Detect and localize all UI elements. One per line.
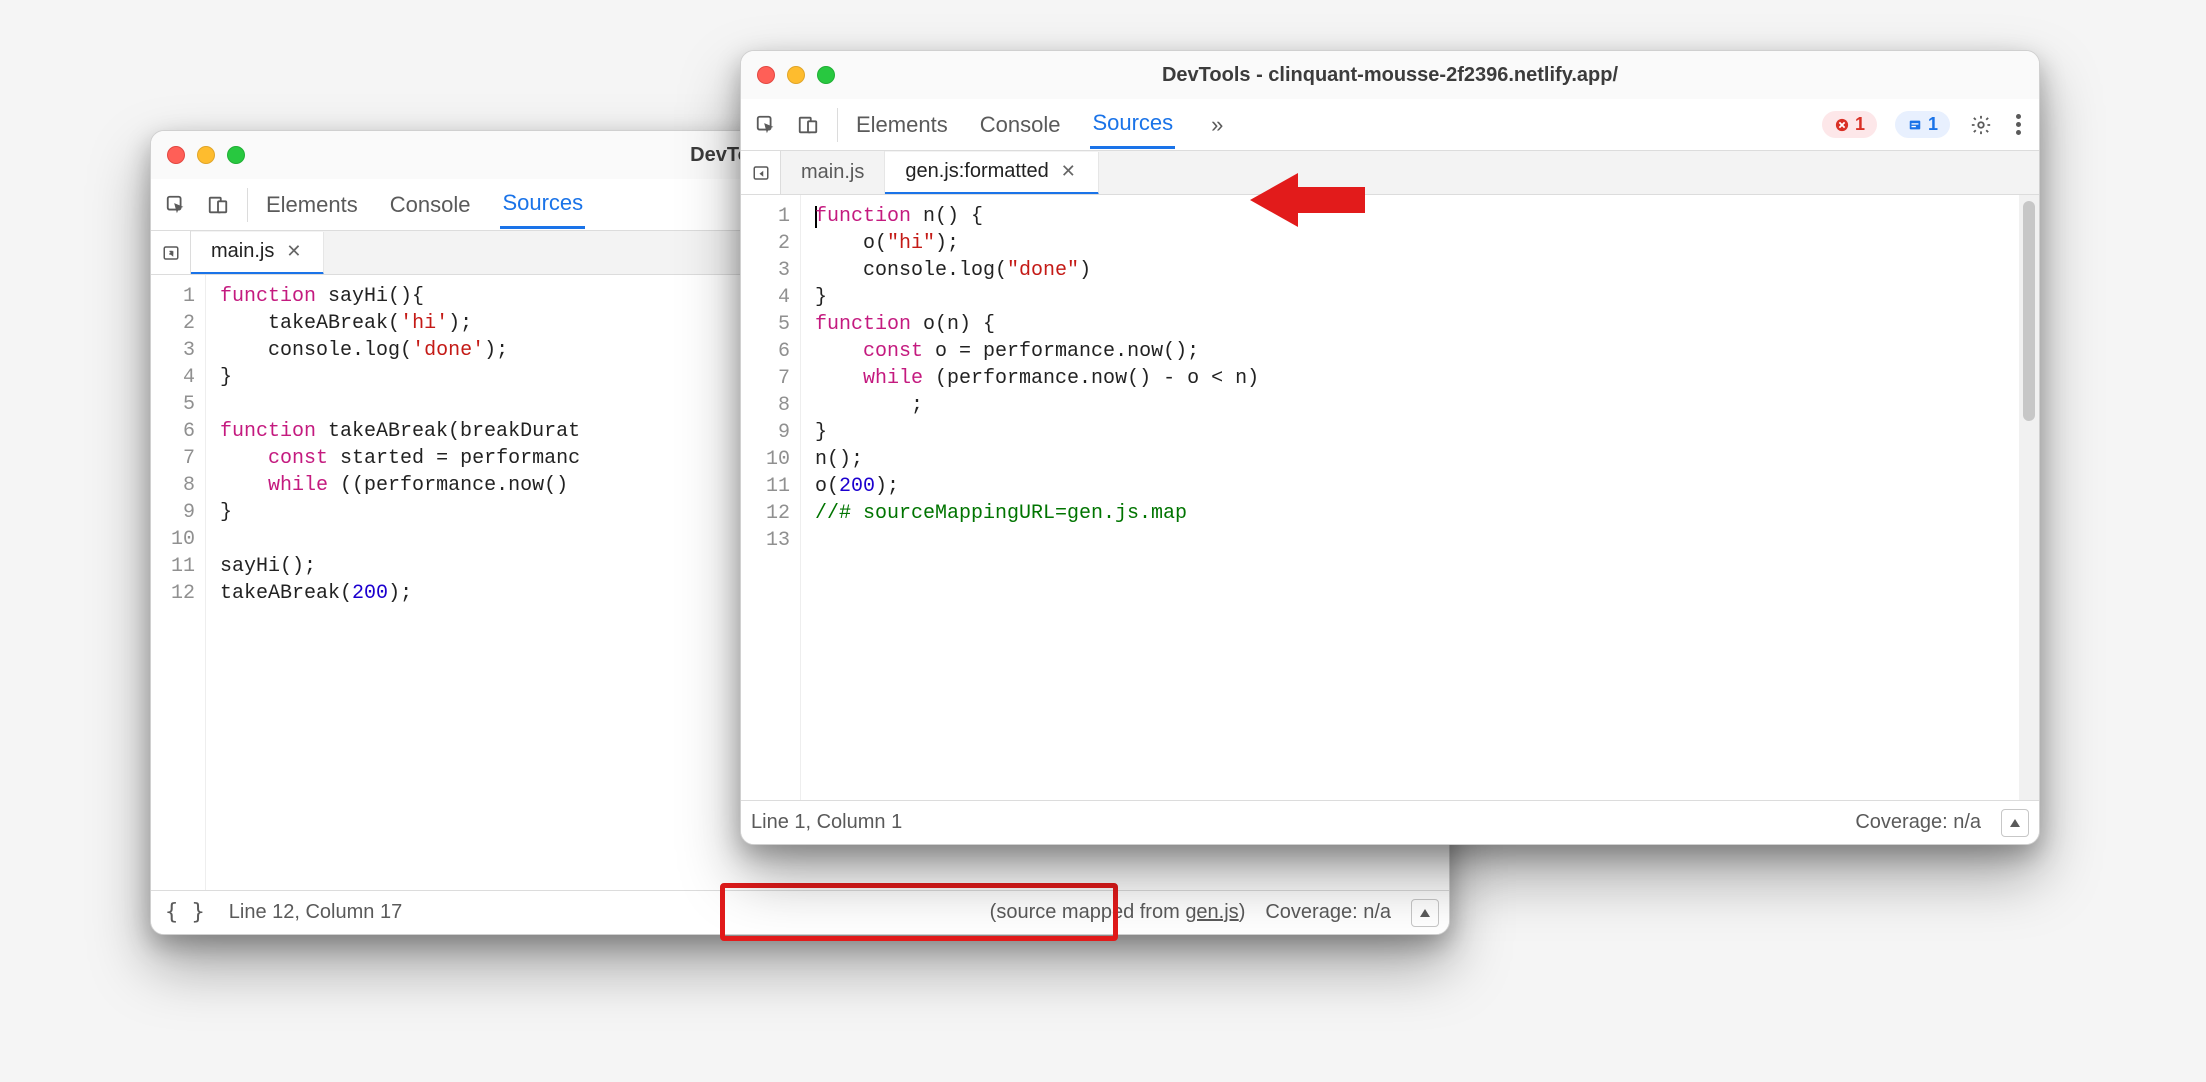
file-tab-gen-js-formatted[interactable]: gen.js:formatted ✕ xyxy=(885,152,1099,195)
minimize-window-icon[interactable] xyxy=(787,66,805,84)
coverage-label: Coverage: n/a xyxy=(1855,811,1981,834)
window-right: DevTools - clinquant-mousse-2f2396.netli… xyxy=(740,50,2040,845)
source-mapped-label: (source mapped from gen.js) xyxy=(990,901,1246,924)
coverage-label: Coverage: n/a xyxy=(1265,901,1391,924)
gutter: 123456789101112 xyxy=(151,275,206,890)
minimize-window-icon[interactable] xyxy=(197,146,215,164)
statusbar: { } Line 12, Column 17 (source mapped fr… xyxy=(151,890,1449,934)
gear-icon[interactable] xyxy=(1968,112,1994,138)
cursor-position: Line 12, Column 17 xyxy=(229,901,402,924)
titlebar: DevTools - clinquant-mousse-2f2396.netli… xyxy=(741,51,2039,99)
kebab-menu-icon[interactable] xyxy=(2012,110,2025,139)
scrollbar-thumb[interactable] xyxy=(2023,201,2035,421)
tab-sources[interactable]: Sources xyxy=(1090,100,1175,149)
gutter: 12345678910111213 xyxy=(741,195,801,800)
tab-sources[interactable]: Sources xyxy=(500,180,585,229)
traffic-lights xyxy=(167,146,245,164)
pretty-print-button[interactable]: { } xyxy=(161,900,209,925)
zoom-window-icon[interactable] xyxy=(817,66,835,84)
statusbar: Line 1, Column 1 Coverage: n/a xyxy=(741,800,2039,844)
tab-elements[interactable]: Elements xyxy=(264,182,360,228)
file-tab-main-js[interactable]: main.js xyxy=(781,151,885,194)
cursor-position: Line 1, Column 1 xyxy=(751,811,902,834)
close-icon[interactable]: ✕ xyxy=(284,241,303,262)
traffic-lights xyxy=(757,66,835,84)
close-window-icon[interactable] xyxy=(167,146,185,164)
device-toolbar-icon[interactable] xyxy=(205,192,231,218)
inspect-icon[interactable] xyxy=(163,192,189,218)
show-navigator-icon[interactable] xyxy=(151,231,191,274)
separator xyxy=(247,188,248,222)
error-badge[interactable]: 1 xyxy=(1822,111,1877,138)
window-title: DevTools - clinquant-mousse-2f2396.netli… xyxy=(741,64,2039,87)
panel-tabs: Elements Console Sources » xyxy=(842,100,1822,149)
file-tab-label: main.js xyxy=(801,161,864,184)
source-map-link[interactable]: gen.js xyxy=(1185,901,1238,923)
file-tab-label: main.js xyxy=(211,240,274,263)
separator xyxy=(837,108,838,142)
more-panels-icon[interactable]: » xyxy=(1203,112,1231,138)
tab-console[interactable]: Console xyxy=(388,182,473,228)
scrollbar-vertical[interactable] xyxy=(2019,195,2039,800)
toolbar: Elements Console Sources » 1 1 xyxy=(741,99,2039,151)
show-navigator-icon[interactable] xyxy=(741,151,781,194)
file-tab-main-js[interactable]: main.js ✕ xyxy=(191,232,324,275)
tab-elements[interactable]: Elements xyxy=(854,102,950,148)
file-tabs: main.js gen.js:formatted ✕ xyxy=(741,151,2039,195)
device-toolbar-icon[interactable] xyxy=(795,112,821,138)
show-sidebar-button[interactable] xyxy=(2001,809,2029,837)
close-icon[interactable]: ✕ xyxy=(1059,161,1078,182)
inspect-icon[interactable] xyxy=(753,112,779,138)
show-sidebar-button[interactable] xyxy=(1411,899,1439,927)
error-icon xyxy=(1834,117,1850,133)
info-badge[interactable]: 1 xyxy=(1895,111,1950,138)
file-tab-label: gen.js:formatted xyxy=(905,160,1048,183)
zoom-window-icon[interactable] xyxy=(227,146,245,164)
code-text: function n() { o("hi"); console.log("don… xyxy=(801,195,2019,800)
toolbar-right: 1 1 xyxy=(1822,110,2039,139)
close-window-icon[interactable] xyxy=(757,66,775,84)
tab-console[interactable]: Console xyxy=(978,102,1063,148)
info-icon xyxy=(1907,117,1923,133)
code-editor[interactable]: 12345678910111213 function n() { o("hi")… xyxy=(741,195,2039,800)
